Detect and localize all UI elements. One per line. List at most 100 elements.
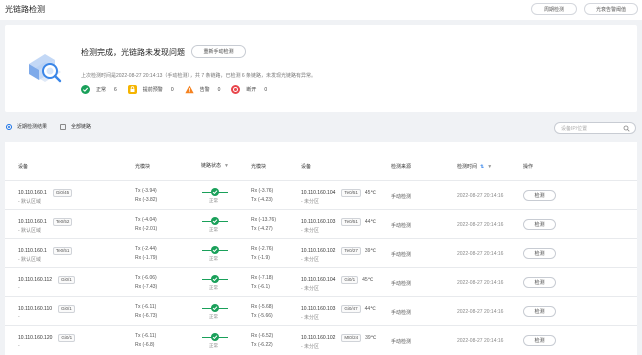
device-location: - 默认区域 [18, 199, 42, 205]
rx-power: Rx (-6.73) [135, 313, 158, 319]
check-source: 手动检测 [391, 223, 412, 229]
tx-power-remote: Tx (-5.66) [251, 313, 273, 319]
remote-device-cell: 10.110.160.104 Te0/51 45℃ [301, 189, 376, 197]
port-tag: Te0/52 [52, 218, 73, 226]
device-location: - 默认区域 [18, 228, 42, 234]
device-cell: 10.110.160.1 Gi0/45 [18, 189, 73, 197]
col-link-status[interactable]: 链路状态 ▼ [201, 162, 229, 170]
col-time[interactable]: 检测时间 ⇅ ▼ [457, 163, 492, 171]
tx-power-remote: Tx (-1.9) [251, 255, 270, 261]
check-source: 手动检测 [391, 339, 412, 345]
check-time: 2022-08-27 20:14:16 [457, 193, 504, 199]
optical-alarm-threshold-button[interactable]: 光衰告警阈值 [584, 3, 638, 15]
col-link-status-label: 链路状态 [201, 163, 222, 169]
link-status-indicator: 正常 [202, 304, 228, 320]
device-cell: 10.110.160.1 Te0/51 [18, 247, 73, 255]
remote-device-location: - 未分区 [301, 228, 320, 234]
check-time: 2022-08-27 20:14:16 [457, 251, 504, 257]
port-tag: Gi0/1 [58, 334, 76, 342]
stat-early-warning-label: 提前预警 [142, 87, 163, 93]
remote-device-cell: 10.110.160.103 Te0/51 44℃ [301, 218, 376, 226]
check-button[interactable]: 检测 [523, 335, 556, 346]
sort-icon[interactable]: ⇅ [480, 164, 484, 170]
check-time: 2022-08-27 20:14:16 [457, 309, 504, 315]
check-source: 手动检测 [391, 310, 412, 316]
device-cell: 10.110.160.1 Te0/52 [18, 218, 73, 226]
device-location: - [18, 343, 20, 349]
filter-icon[interactable]: ▼ [224, 163, 229, 169]
stat-disconnected[interactable]: 断开 0 [231, 85, 267, 94]
status-ok-icon [211, 304, 219, 312]
link-status-label: 正常 [209, 198, 218, 203]
last-check-info: 上次检测时间是2022-08-27 20:14:13（手动检测），共 7 条链路… [81, 73, 317, 79]
remote-port-tag: Te0/51 [341, 218, 361, 226]
periodic-check-button[interactable]: 周期检测 [531, 3, 577, 15]
device-ip: 10.110.160.1 [18, 190, 47, 196]
table-row: 10.110.160.1 Gi0/45 - 默认区域 Tx (-3.94) Rx (-3… [5, 180, 637, 209]
link-status-indicator: 正常 [202, 188, 228, 204]
tx-power: Tx (-4.04) [135, 217, 157, 223]
remote-device-ip: 10.110.160.104 [301, 277, 336, 283]
rx-power-remote: Rx (-6.52) [251, 333, 274, 339]
rx-power-remote: Rx (-3.76) [251, 188, 274, 194]
tx-power: Tx (-3.94) [135, 188, 157, 194]
stat-normal-label: 正常 [96, 87, 107, 93]
stat-normal[interactable]: 正常 6 [81, 85, 117, 94]
check-source: 手动检测 [391, 194, 412, 200]
link-status-label: 正常 [209, 343, 218, 348]
check-button[interactable]: 检测 [523, 248, 556, 259]
result-title: 检测完成，光链路未发现问题 [81, 48, 185, 57]
link-status-label: 正常 [209, 256, 218, 261]
check-time: 2022-08-27 20:14:16 [457, 280, 504, 286]
tx-power-remote: Tx (-4.23) [251, 197, 273, 203]
table-row: 10.110.160.1 Te0/51 - 默认区域 Tx (-2.44) Rx (-1… [5, 238, 637, 267]
alert-triangle-icon [184, 85, 194, 94]
tx-power: Tx (-6.11) [135, 333, 157, 339]
filter-icon[interactable]: ▼ [487, 164, 492, 170]
search-icon [623, 125, 630, 132]
col-module2: 光模块 [251, 163, 266, 170]
col-device2-label: 设备 [301, 164, 312, 170]
col-action: 操作 [523, 163, 533, 170]
stat-alarm[interactable]: 告警 0 [184, 85, 220, 94]
remote-device-location: - 未分区 [301, 257, 320, 263]
col-module: 光模块 [135, 163, 150, 170]
col-source-label: 检测来源 [391, 164, 412, 170]
check-button[interactable]: 检测 [523, 219, 556, 230]
device-location: - [18, 314, 20, 320]
link-table: 设备 光模块 链路状态 ▼ 光模块 设备 检测来源 检测时间 ⇅ ▼ 操作 10.11… [5, 142, 637, 355]
link-status-indicator: 正常 [202, 217, 228, 233]
link-status-label: 正常 [209, 285, 218, 290]
remote-device-cell: 10.110.160.102 Te0/27 39℃ [301, 247, 376, 255]
col-module2-label: 光模块 [251, 164, 267, 170]
status-ok-icon [211, 275, 219, 283]
remote-device-cell: 10.110.160.102 Mt0/24 39℃ [301, 334, 376, 342]
option-all-links[interactable]: 全部链路 [60, 123, 91, 130]
rx-power: Rx (-7.43) [135, 284, 158, 290]
warning-lock-icon [127, 85, 137, 94]
device-ip: 10.110.160.1 [18, 248, 47, 254]
recheck-button[interactable]: 重新手动检测 [191, 45, 246, 58]
device-location: - 默认区域 [18, 257, 42, 263]
search-input[interactable]: 设备IP/位置 [554, 122, 636, 134]
port-tag: Te0/51 [52, 247, 73, 255]
stat-early-warning[interactable]: 提前预警 0 [127, 85, 174, 94]
status-ok-icon [211, 217, 219, 225]
link-status-indicator: 正常 [202, 275, 228, 291]
device-ip: 10.110.160.1 [18, 219, 47, 225]
check-button[interactable]: 检测 [523, 277, 556, 288]
port-tag: Gi0/1 [58, 305, 75, 313]
remote-device-location: - 未分区 [301, 286, 320, 292]
check-button[interactable]: 检测 [523, 306, 556, 317]
remote-port-tag: Te0/51 [341, 189, 361, 197]
device-ip: 10.110.160.110 [18, 306, 53, 312]
remote-device-ip: 10.110.160.103 [301, 306, 336, 312]
device-ip: 10.110.160.120 [18, 335, 53, 341]
table-row: 10.110.160.112 Gi0/1 - Tx (-6.06) Rx (-7.43)… [5, 267, 637, 296]
status-ok-icon [211, 333, 219, 341]
status-summary: 正常 6 提前预警 0 告警 0 断开 0 [81, 85, 278, 94]
option-recent-results[interactable]: 近期检测结果 [6, 123, 47, 130]
radio-selected-icon [6, 123, 12, 130]
check-button[interactable]: 检测 [523, 190, 556, 201]
remote-device-location: - 未分区 [301, 199, 320, 205]
